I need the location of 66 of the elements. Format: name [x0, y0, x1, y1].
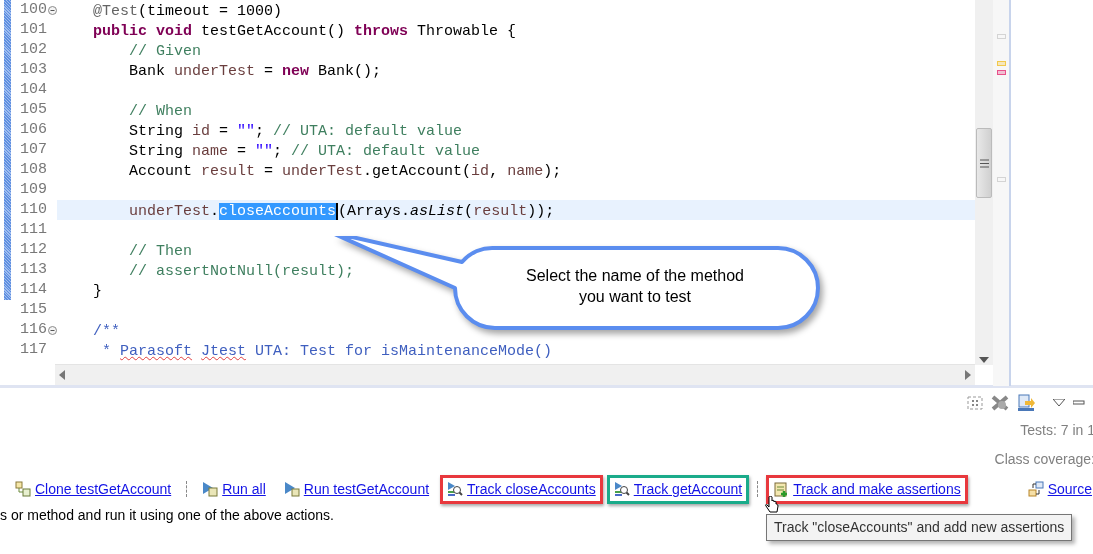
line-number: 113 — [19, 260, 47, 280]
callout-text: Select the name of the method you want to test — [525, 266, 745, 307]
collapse-icon[interactable] — [47, 5, 57, 15]
line-number: 101 — [19, 20, 47, 40]
line-number: 117 — [19, 340, 47, 360]
code-line: * Parasoft Jtest UTA: Test for isMaintenanceMode() — [101, 342, 553, 362]
line-number: 106 — [19, 120, 47, 140]
action-link[interactable]: Track closeAccounts — [467, 478, 596, 500]
collapse-icon[interactable] — [47, 325, 57, 335]
line-number: 103 — [19, 60, 47, 80]
line-number: 102 — [19, 40, 47, 60]
minimize-icon[interactable] — [1073, 400, 1085, 406]
clipboard-plus-icon[interactable] — [773, 481, 790, 497]
dropdown-icon[interactable] — [1053, 399, 1065, 407]
hint-text: s or method and run it using one of the above actions. — [0, 506, 334, 525]
compare-icon[interactable] — [1027, 481, 1044, 497]
action-link[interactable]: Track getAccount — [633, 478, 743, 500]
scroll-down-icon[interactable] — [979, 357, 989, 363]
code-line: @Test(timeout = 1000) — [92, 2, 283, 22]
code-line: // assertNotNull(result); — [128, 262, 355, 282]
layout-icon[interactable] — [967, 395, 983, 411]
code-line: /** — [92, 322, 120, 342]
horizontal-scrollbar[interactable] — [55, 364, 975, 385]
magnifier-icon[interactable] — [613, 481, 630, 497]
code-line: String id = ""; // UTA: default value — [128, 122, 463, 142]
line-number: 111 — [19, 220, 47, 240]
scroll-left-icon[interactable] — [59, 370, 65, 380]
action-link[interactable]: Run all — [222, 478, 266, 500]
line-number: 109 — [19, 180, 47, 200]
action-link[interactable]: Track and make assertions — [793, 478, 961, 500]
code-line: Bank underTest = new Bank(); — [128, 62, 382, 82]
code-line: underTest.closeAccounts(Arrays.asList(result)); — [128, 202, 555, 222]
code-line: String name = ""; // UTA: default value — [128, 142, 481, 162]
scroll-right-icon[interactable] — [965, 370, 971, 380]
overview-marker[interactable] — [997, 61, 1006, 66]
scroll-thumb[interactable] — [976, 128, 992, 198]
run-icon[interactable] — [202, 481, 219, 497]
code-line: } — [92, 282, 102, 302]
code-line: // Given — [128, 42, 202, 62]
source-link[interactable]: Source — [1047, 478, 1092, 500]
line-number: 116 — [19, 320, 47, 340]
line-number: 115 — [19, 300, 47, 320]
line-number: 114 — [19, 280, 47, 300]
stats-text: Class coverage: — [994, 450, 1093, 469]
code-line: // Then — [128, 242, 193, 262]
action-link[interactable]: Run testGetAccount — [303, 478, 430, 500]
line-number: 105 — [19, 100, 47, 120]
overview-marker[interactable] — [997, 70, 1006, 75]
line-number: 104 — [19, 80, 47, 100]
copy-icon[interactable] — [15, 481, 31, 497]
line-number: 100 — [19, 0, 47, 20]
code-line: // When — [128, 102, 193, 122]
code-line: Account result = underTest.getAccount(id, name); — [128, 162, 562, 182]
export-icon[interactable] — [1017, 394, 1035, 412]
code-line: public void testGetAccount() throws Throwable { — [92, 22, 517, 42]
line-number: 108 — [19, 160, 47, 180]
line-number: 110 — [19, 200, 47, 220]
run-icon[interactable] — [283, 481, 300, 497]
hand-cursor-icon — [764, 496, 780, 516]
line-number: 112 — [19, 240, 47, 260]
magnifier-icon[interactable] — [447, 481, 464, 497]
vertical-scrollbar[interactable] — [975, 0, 993, 365]
action-link[interactable]: Clone testGetAccount — [35, 478, 172, 500]
line-number: 107 — [19, 140, 47, 160]
remove-icon[interactable] — [991, 395, 1009, 411]
tooltip: Track "closeAccounts" and add new assertions — [766, 514, 1073, 541]
